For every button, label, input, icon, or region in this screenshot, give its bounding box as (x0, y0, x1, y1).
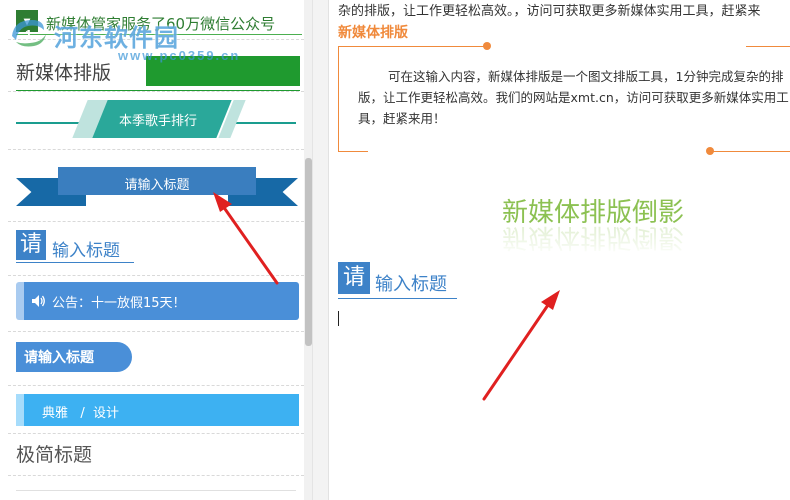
template-notice-bar[interactable]: 公告：十一放假15天！ (8, 276, 304, 332)
scrollbar-thumb[interactable] (305, 158, 312, 346)
underline (16, 34, 302, 35)
template-panel: ▾ 新媒体管家服务了60万微信公众号 新媒体排版 本季歌手排行 请输入标题 请 … (0, 0, 313, 500)
template-scrollbar[interactable] (304, 0, 312, 500)
template-text: 典雅 / 设计 (42, 406, 120, 421)
editor-text-line: 杂的排版，让工作更轻松高效。，访问可获取更多新媒体实用工具，赶紧来 (338, 4, 761, 19)
template-elegant-bar[interactable]: 典雅 / 设计 (8, 386, 304, 434)
editor-area[interactable]: 杂的排版，让工作更轻松高效。，访问可获取更多新媒体实用工具，赶紧来 新媒体排版 … (330, 0, 790, 500)
template-text: 本季歌手排行 (118, 114, 197, 129)
green-bar (146, 56, 300, 86)
frame-dot (706, 147, 714, 155)
block-letter: 请 (16, 230, 46, 260)
orange-frame-box[interactable]: 可在这输入内容，新媒体排版是一个图文排版工具，1分钟完成复杂的排版，让工作更轻松… (338, 42, 790, 155)
reflection-text: 新媒体排版倒影 (502, 198, 685, 228)
editor-heading: 新媒体排版 (338, 25, 408, 41)
block-letter: 请 (338, 262, 370, 294)
editor-title-text: 输入标题 (375, 274, 447, 295)
template-green-badge-title[interactable]: ▾ 新媒体管家服务了60万微信公众号 (8, 0, 304, 40)
underline (16, 262, 134, 263)
speaker-icon (32, 295, 45, 307)
template-text: 请输入标题 (124, 178, 190, 193)
template-teal-banner-title[interactable]: 本季歌手排行 (8, 92, 304, 150)
template-text: 输入标题 (52, 241, 120, 261)
reflection-mirror: 新媒体排版倒影 (502, 226, 685, 252)
template-ribbon-title[interactable]: 请输入标题 (8, 150, 304, 222)
template-green-bar-title[interactable]: 新媒体排版 (8, 40, 304, 92)
text-caret (338, 311, 339, 326)
title-underline (338, 298, 457, 299)
template-text: 新媒体管家服务了60万微信公众号 (46, 15, 276, 33)
panel-divider[interactable] (313, 0, 329, 500)
template-text: 公告：十一放假15天！ (52, 296, 186, 311)
frame-paragraph: 可在这输入内容，新媒体排版是一个图文排版工具，1分钟完成复杂的排版，让工作更轻松… (358, 69, 789, 126)
badge-icon: ▾ (16, 10, 38, 32)
template-pill-title[interactable]: 请输入标题 (8, 332, 304, 386)
frame-dot (483, 42, 491, 50)
underline (16, 90, 300, 91)
template-partial[interactable] (8, 476, 304, 500)
divider-line (16, 490, 296, 491)
template-minimal-title[interactable]: 极简标题 (8, 434, 304, 476)
template-text: 极简标题 (16, 444, 93, 466)
template-block-letter-title[interactable]: 请 输入标题 (8, 222, 304, 276)
template-text: 新媒体排版 (16, 62, 112, 84)
template-text: 请输入标题 (24, 350, 94, 366)
